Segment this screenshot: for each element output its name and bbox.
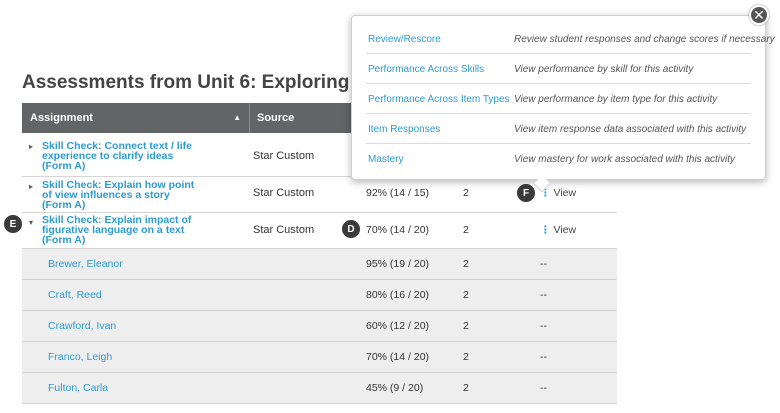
page-title: Assessments from Unit 6: Exploring C — [22, 72, 352, 93]
student-name-link[interactable]: Brewer, Eleanor — [48, 258, 123, 270]
view-label: View — [553, 224, 577, 236]
callout-badge-f: F — [516, 183, 536, 203]
collapse-caret-icon[interactable]: ▾ — [29, 218, 33, 227]
view-actions-popup: Review/Rescore Review student responses … — [351, 15, 775, 193]
assignment-attempts: 2 — [463, 187, 469, 199]
popup-menu-item[interactable]: Review/Rescore Review student responses … — [366, 24, 775, 54]
kebab-menu-icon: ⋮ — [540, 224, 551, 236]
column-divider — [249, 103, 250, 133]
assignment-source: Star Custom — [253, 224, 315, 236]
student-row: Craft, Reed 80% (16 / 20) 2 -- — [22, 280, 617, 311]
student-name-link[interactable]: Fulton, Carla — [48, 382, 108, 394]
assignment-score: 92% (14 / 15) — [366, 187, 430, 199]
student-action: -- — [540, 382, 547, 394]
assignment-source: Star Custom — [253, 187, 315, 199]
assignment-row-expanded: ▾ Skill Check: Explain impact of figurat… — [22, 213, 617, 249]
student-score: 95% (19 / 20) — [366, 258, 430, 270]
assignment-form-label: (Form A) — [42, 160, 86, 172]
student-row: Fulton, Carla 45% (9 / 20) 2 -- — [22, 373, 617, 404]
assignment-link[interactable]: Skill Check: Explain how point of view i… — [42, 180, 222, 211]
student-score: 70% (14 / 20) — [366, 351, 430, 363]
menu-item-description: View performance by skill for this activ… — [514, 64, 694, 75]
assignment-source: Star Custom — [253, 150, 315, 162]
expand-caret-icon[interactable]: ▸ — [29, 142, 33, 151]
student-name-link[interactable]: Franco, Leigh — [48, 351, 112, 363]
menu-item-description: View mastery for work associated with th… — [514, 154, 736, 165]
sort-ascending-icon[interactable]: ▲ — [233, 103, 241, 133]
view-label: View — [553, 187, 577, 199]
performance-across-skills-link[interactable]: Performance Across Skills — [368, 64, 484, 75]
student-score: 80% (16 / 20) — [366, 289, 430, 301]
student-score: 60% (12 / 20) — [366, 320, 430, 332]
mastery-link[interactable]: Mastery — [368, 154, 404, 165]
student-row: Crawford, Ivan 60% (12 / 20) 2 -- — [22, 311, 617, 342]
close-icon[interactable]: ✕ — [749, 5, 769, 25]
menu-item-description: View item response data associated with … — [514, 124, 747, 135]
view-actions-button[interactable]: ⋮ View — [540, 224, 576, 236]
student-action: -- — [540, 320, 547, 332]
student-action: -- — [540, 351, 547, 363]
menu-item-description: Review student responses and change scor… — [514, 34, 775, 45]
assignment-link[interactable]: Skill Check: Connect text / life experie… — [42, 141, 222, 172]
student-attempts: 2 — [463, 289, 469, 301]
review-rescore-link[interactable]: Review/Rescore — [368, 34, 441, 45]
assignment-attempts: 2 — [463, 224, 469, 236]
assignment-link[interactable]: Skill Check: Explain impact of figurativ… — [42, 215, 222, 246]
student-row: Brewer, Eleanor 95% (19 / 20) 2 -- — [22, 249, 617, 280]
popup-menu-item[interactable]: Performance Across Skills View performan… — [366, 54, 751, 84]
student-attempts: 2 — [463, 320, 469, 332]
assignment-form-label: (Form A) — [42, 234, 86, 246]
student-attempts: 2 — [463, 351, 469, 363]
popup-menu-item[interactable]: Item Responses View item response data a… — [366, 114, 751, 144]
popup-menu-item[interactable]: Performance Across Item Types View perfo… — [366, 84, 751, 114]
popup-menu-item[interactable]: Mastery View mastery for work associated… — [366, 144, 751, 174]
callout-badge-e: E — [3, 214, 23, 234]
column-header-assignment-label: Assignment — [30, 112, 93, 124]
item-responses-link[interactable]: Item Responses — [368, 124, 440, 135]
student-action: -- — [540, 289, 547, 301]
student-score: 45% (9 / 20) — [366, 382, 424, 394]
expand-caret-icon[interactable]: ▸ — [29, 182, 33, 191]
student-name-link[interactable]: Crawford, Ivan — [48, 320, 116, 332]
assignment-form-label: (Form A) — [42, 199, 86, 211]
student-name-link[interactable]: Craft, Reed — [48, 289, 102, 301]
student-attempts: 2 — [463, 258, 469, 270]
assignment-score: 70% (14 / 20) — [366, 224, 430, 236]
column-header-assignment[interactable]: Assignment ▲ — [22, 103, 249, 133]
menu-item-description: View performance by item type for this a… — [514, 94, 718, 105]
callout-badge-d: D — [341, 219, 361, 239]
performance-across-item-types-link[interactable]: Performance Across Item Types — [368, 94, 510, 105]
student-action: -- — [540, 258, 547, 270]
student-attempts: 2 — [463, 382, 469, 394]
student-row: Franco, Leigh 70% (14 / 20) 2 -- — [22, 342, 617, 373]
